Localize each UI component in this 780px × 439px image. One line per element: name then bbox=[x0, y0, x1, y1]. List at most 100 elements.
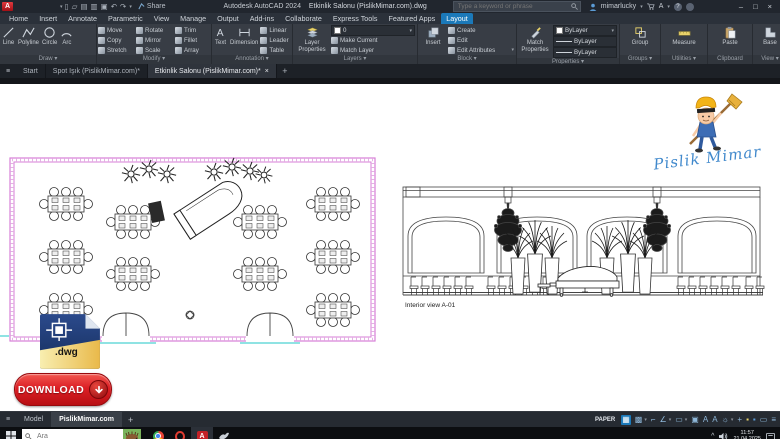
search-highlight-hedgehog-image[interactable] bbox=[123, 429, 141, 439]
object-snap-icon[interactable]: ▭ bbox=[675, 415, 683, 425]
taskbar-clock[interactable]: 11:57 21.04.2025 bbox=[733, 430, 761, 439]
layout-tab-pislikmimar[interactable]: PislikMimar.com bbox=[51, 412, 122, 427]
ortho-icon[interactable]: ⌐ bbox=[651, 415, 656, 425]
close-button[interactable]: × bbox=[768, 2, 772, 11]
layout-tabs-menu-icon[interactable]: ≡ bbox=[0, 416, 16, 423]
osnap-caret-icon[interactable]: ▾ bbox=[685, 417, 688, 423]
make-current-button[interactable]: Make Current bbox=[331, 36, 415, 45]
minimize-button[interactable]: – bbox=[739, 2, 743, 11]
help-icon[interactable]: ? bbox=[674, 3, 682, 11]
ribbon-tab-view[interactable]: View bbox=[149, 13, 174, 24]
dove-app-icon[interactable] bbox=[213, 427, 235, 439]
user-name[interactable]: mimarlucky bbox=[601, 3, 636, 10]
save-icon[interactable]: ▤ bbox=[80, 2, 87, 11]
ribbon-tab-home[interactable]: Home bbox=[4, 13, 33, 24]
panel-label-modify[interactable]: Modify ▾ bbox=[97, 55, 211, 64]
new-tab-button[interactable]: + bbox=[277, 64, 293, 78]
file-tab-spot-isik[interactable]: Spot Işık (PislikMimar.com)* bbox=[46, 64, 148, 78]
help-search-box[interactable] bbox=[453, 1, 581, 12]
user-icon[interactable] bbox=[589, 3, 597, 11]
opera-app-icon[interactable] bbox=[169, 427, 191, 439]
save-as-icon[interactable]: ▥ bbox=[91, 2, 98, 11]
polyline-button[interactable]: Polyline bbox=[17, 25, 40, 55]
ribbon-tab-manage[interactable]: Manage bbox=[175, 13, 211, 24]
app-menu-button[interactable]: A bbox=[2, 2, 13, 11]
apps-caret-icon[interactable]: ▾ bbox=[667, 4, 670, 10]
autocad-app-icon[interactable]: A bbox=[191, 427, 213, 439]
new-layout-button[interactable]: + bbox=[122, 415, 139, 425]
insert-button[interactable]: Insert bbox=[419, 25, 447, 55]
panel-label-annotation[interactable]: Annotation ▾ bbox=[212, 55, 292, 64]
snap-caret-icon[interactable]: ▾ bbox=[644, 417, 647, 423]
polar-tracking-icon[interactable]: ∠ bbox=[660, 415, 667, 425]
object-color-select[interactable]: ByLayer ▾ bbox=[553, 25, 617, 36]
file-tabs-menu-icon[interactable]: ≡ bbox=[0, 64, 16, 78]
circle-button[interactable]: Circle bbox=[41, 25, 58, 55]
redo-icon[interactable]: ↷ bbox=[120, 2, 126, 11]
dimension-button[interactable]: Dimension bbox=[229, 25, 259, 55]
ribbon-tab-addins[interactable]: Add-ins bbox=[245, 13, 279, 24]
move-button[interactable]: Move bbox=[98, 26, 135, 35]
paper-space-label[interactable]: PAPER bbox=[595, 417, 615, 423]
scale-button[interactable]: Scale bbox=[136, 46, 174, 55]
settings-gear-icon[interactable]: ☼ bbox=[722, 415, 729, 425]
rotate-button[interactable]: Rotate bbox=[136, 26, 174, 35]
chrome-app-icon[interactable] bbox=[147, 427, 169, 439]
text-button[interactable]: A Text bbox=[213, 25, 228, 55]
user-caret-icon[interactable]: ▾ bbox=[640, 4, 643, 10]
measure-button[interactable]: Measure bbox=[671, 25, 696, 55]
panel-label-block[interactable]: Block ▾ bbox=[418, 55, 516, 64]
download-button[interactable]: DOWNLOAD bbox=[14, 373, 112, 406]
linear-button[interactable]: Linear bbox=[260, 26, 288, 35]
lineweight-select[interactable]: ByLayer bbox=[553, 36, 617, 47]
dwg-file-icon[interactable]: .dwg bbox=[40, 314, 102, 372]
search-icon[interactable] bbox=[571, 3, 578, 10]
polar-caret-icon[interactable]: ▾ bbox=[669, 417, 672, 423]
table-button[interactable]: Table bbox=[260, 46, 288, 55]
paste-button[interactable]: Paste bbox=[721, 25, 738, 55]
hidden-icons-chevron[interactable]: ^ bbox=[711, 433, 714, 439]
layer-properties-button[interactable]: Layer Properties bbox=[294, 25, 330, 55]
crosshair-icon[interactable]: + bbox=[737, 415, 742, 425]
isolate-icon[interactable]: ▪ bbox=[746, 415, 749, 425]
panel-label-draw[interactable]: Draw ▾ bbox=[0, 55, 96, 64]
panel-label-layers[interactable]: Layers ▾ bbox=[293, 55, 417, 64]
array-button[interactable]: Array bbox=[175, 46, 209, 55]
annotation-scale-icon[interactable]: A bbox=[712, 415, 717, 425]
snap-icon[interactable]: ▩ bbox=[635, 415, 643, 425]
open-icon[interactable]: ▱ bbox=[72, 2, 78, 11]
edit-attributes-button[interactable]: Edit Attributes ▾ bbox=[448, 46, 514, 55]
plot-icon[interactable]: ▣ bbox=[101, 2, 108, 11]
undo-icon[interactable]: ↶ bbox=[111, 2, 117, 11]
share-button[interactable]: Share bbox=[138, 3, 166, 10]
create-block-button[interactable]: Create bbox=[448, 26, 514, 35]
ribbon-tab-insert[interactable]: Insert bbox=[34, 13, 62, 24]
base-button[interactable]: Base bbox=[762, 25, 778, 55]
isolate-objects-icon[interactable]: ▣ bbox=[691, 415, 699, 425]
trim-button[interactable]: Trim bbox=[175, 26, 209, 35]
ribbon-tab-layout[interactable]: Layout bbox=[441, 13, 473, 24]
file-tab-etkinlik-salonu[interactable]: Etkinlik Salonu (PislikMimar.com)* × bbox=[148, 64, 277, 78]
panel-label-utilities[interactable]: Utilities ▾ bbox=[661, 55, 707, 64]
volume-icon[interactable] bbox=[719, 432, 728, 439]
panel-label-view[interactable]: View ▾ bbox=[753, 55, 780, 64]
ribbon-tab-output[interactable]: Output bbox=[212, 13, 244, 24]
settings-caret-icon[interactable]: ▾ bbox=[731, 417, 734, 423]
linetype-select[interactable]: ByLayer bbox=[553, 47, 617, 58]
qat-dropdown-icon[interactable]: ▾ bbox=[129, 4, 132, 10]
cart-icon[interactable] bbox=[647, 3, 655, 10]
edit-block-button[interactable]: Edit bbox=[448, 36, 514, 45]
grid-icon[interactable]: ▦ bbox=[621, 415, 631, 425]
fillet-button[interactable]: Fillet bbox=[175, 36, 209, 45]
autodesk-apps-icon[interactable]: A bbox=[659, 3, 664, 10]
help-search-input[interactable] bbox=[456, 2, 571, 11]
match-properties-button[interactable]: Match Properties bbox=[518, 25, 552, 58]
line-button[interactable]: Line bbox=[1, 25, 16, 55]
ribbon-tab-parametric[interactable]: Parametric bbox=[103, 13, 148, 24]
action-center-icon[interactable] bbox=[766, 432, 775, 439]
close-tab-icon[interactable]: × bbox=[265, 68, 269, 75]
clean-screen-icon[interactable]: ▭ bbox=[760, 415, 768, 425]
ribbon-tab-featured-apps[interactable]: Featured Apps bbox=[383, 13, 440, 24]
maximize-button[interactable]: □ bbox=[753, 2, 758, 11]
layer-select[interactable]: 0 ▾ bbox=[331, 25, 415, 36]
